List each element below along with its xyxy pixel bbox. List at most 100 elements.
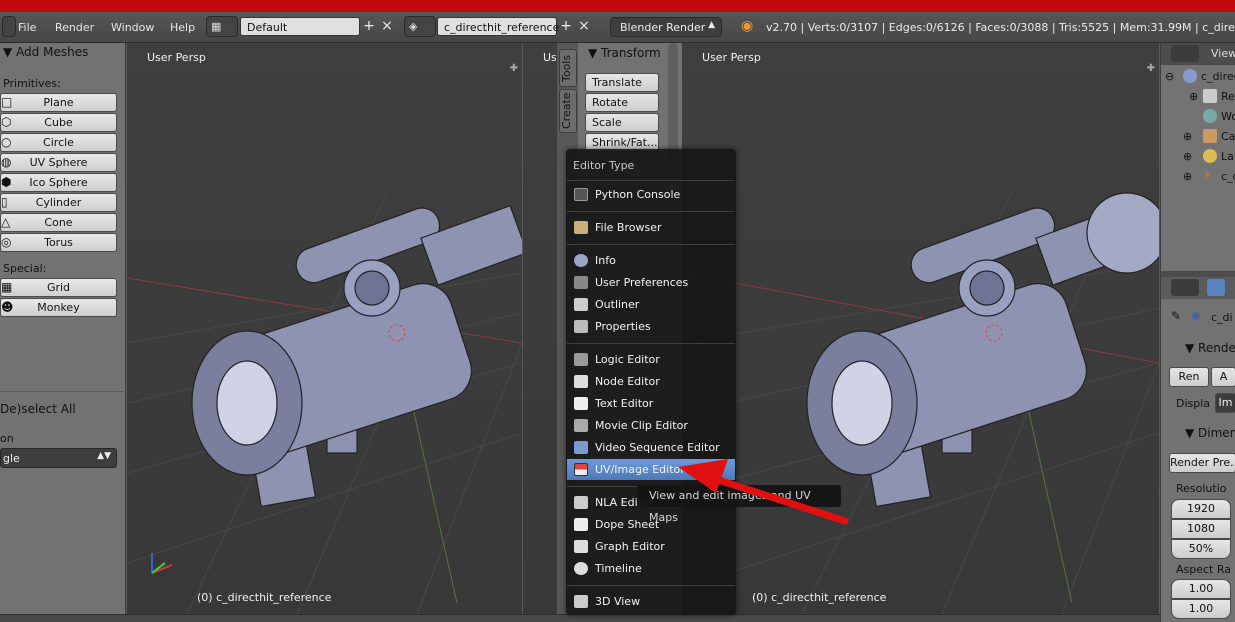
add-circle-button[interactable]: ○ Circle (0, 133, 117, 152)
add-cone-button[interactable]: △ Cone (0, 213, 117, 232)
viewport-split-icon[interactable]: ✚ (510, 63, 518, 74)
menu-render[interactable]: Render (55, 21, 94, 34)
menu-item-info[interactable]: Info (567, 250, 735, 271)
operator-option-dropdown[interactable]: gle ▲▼ (0, 448, 117, 468)
menu-item-properties[interactable]: Properties (567, 316, 735, 337)
menu-item-python-console[interactable]: Python Console (567, 184, 735, 205)
viewport-middle[interactable]: Us (523, 43, 556, 614)
outliner-row[interactable]: ⊕✶c_d (1161, 167, 1235, 187)
add-screen-icon[interactable]: + (360, 17, 378, 36)
scene-icon: ◉ (1191, 309, 1201, 322)
tab-create[interactable]: Create (559, 89, 577, 133)
editor-type-button[interactable] (1171, 279, 1199, 296)
menu-item-text-editor[interactable]: Text Editor (567, 393, 735, 414)
resolution-percent-field[interactable]: 50% (1171, 539, 1231, 559)
collapse-arrow-icon: ▼ (3, 45, 13, 59)
add-cube-button[interactable]: ⬡ Cube (0, 113, 117, 132)
scale-button[interactable]: Scale (585, 113, 659, 132)
add-cylinder-button[interactable]: ▯ Cylinder (0, 193, 117, 212)
editor-type-button[interactable] (2, 16, 16, 37)
menu-title: Editor Type (573, 159, 635, 172)
viewport-left[interactable]: User Persp ✚ (0) c_directhit_reference (127, 43, 522, 614)
properties-header (1161, 277, 1235, 299)
resolution-x-field[interactable]: 1920 (1171, 499, 1231, 519)
outliner-row[interactable]: ⊕ Ca (1161, 127, 1235, 147)
outliner-row[interactable]: ⊖c_direc (1161, 67, 1235, 87)
menu-item-file-browser[interactable]: File Browser (567, 217, 735, 238)
context-object-name: c_di (1211, 311, 1233, 324)
chevron-updown-icon: ▲ (708, 20, 715, 30)
panel-title: Add Meshes (16, 45, 89, 59)
render-animation-button[interactable]: A (1211, 367, 1235, 387)
tab-tools[interactable]: Tools (559, 49, 577, 87)
outliner-view-menu[interactable]: View (1211, 47, 1235, 60)
scrollbar[interactable] (668, 43, 678, 163)
resolution-label: Resolutio (1176, 482, 1227, 495)
expand-icon: ⊕ (1183, 170, 1193, 183)
aspect-ratio-label: Aspect Ra (1176, 563, 1232, 576)
scene-selector[interactable]: ◈ (404, 16, 436, 37)
menu-help[interactable]: Help (170, 21, 195, 34)
render-engine-select[interactable]: Blender Render ▲ (610, 17, 722, 37)
menu-item-outliner[interactable]: Outliner (567, 294, 735, 315)
menu-item-timeline[interactable]: Timeline (567, 558, 735, 579)
scene-icon: ◈ (409, 20, 418, 33)
add-plane-button[interactable]: □ Plane (0, 93, 117, 112)
expand-icon: ⊕ (1189, 90, 1199, 103)
operator-option-label: on (0, 432, 14, 445)
delete-screen-icon[interactable]: × (378, 17, 396, 36)
pin-icon[interactable]: ✎ (1171, 309, 1181, 323)
annotation-arrow (678, 459, 849, 525)
delete-scene-icon[interactable]: × (575, 17, 593, 36)
expand-icon: ⊕ (1183, 150, 1193, 163)
outliner-row[interactable]: ⊕ La (1161, 147, 1235, 167)
display-select[interactable]: Im (1215, 393, 1235, 413)
menu-item-user-preferences[interactable]: User Preferences (567, 272, 735, 293)
menu-item-logic-editor[interactable]: Logic Editor (567, 349, 735, 370)
viewport-header-bar[interactable] (0, 614, 1160, 622)
menu-item-3d-view[interactable]: 3D View (567, 591, 735, 612)
transform-panel-header[interactable]: ▼ Transform (588, 46, 661, 60)
translate-button[interactable]: Translate (585, 73, 659, 92)
aspect-x-field[interactable]: 1.00 (1171, 579, 1231, 599)
resolution-y-field[interactable]: 1080 (1171, 519, 1231, 539)
viewport-split-icon[interactable]: ✚ (1147, 63, 1155, 74)
menu-file[interactable]: File (18, 21, 36, 34)
add-monkey-button[interactable]: ☻ Monkey (0, 298, 117, 317)
menu-window[interactable]: Window (111, 21, 154, 34)
add-meshes-panel-header[interactable]: ▼ Add Meshes (0, 45, 126, 63)
add-ico-sphere-button[interactable]: ⬢ Ico Sphere (0, 173, 117, 192)
outliner-row[interactable]: Wo (1161, 107, 1235, 127)
add-grid-button[interactable]: ▦ Grid (0, 278, 117, 297)
add-scene-icon[interactable]: + (557, 17, 575, 36)
rotate-button[interactable]: Rotate (585, 93, 659, 112)
outliner[interactable]: View ⊖c_direc ⊕Re Wo ⊕Ca ⊕La ⊕✶c_d (1161, 43, 1235, 271)
dimensions-section-header[interactable]: ▼ Dimensio (1185, 426, 1235, 440)
render-section-header[interactable]: ▼ Render (1185, 341, 1235, 355)
rocket-launcher-mesh (191, 204, 522, 508)
scene-field[interactable]: c_directhit_reference (437, 17, 559, 36)
menu-separator (567, 343, 735, 344)
menu-item-movie-clip-editor[interactable]: Movie Clip Editor (567, 415, 735, 436)
render-context-icon[interactable] (1207, 279, 1225, 296)
render-image-button[interactable]: Ren (1169, 367, 1209, 387)
layout-grid-icon: ▦ (211, 20, 222, 33)
add-uv-sphere-button[interactable]: ◍ UV Sphere (0, 153, 117, 172)
primitives-label: Primitives: (3, 77, 61, 90)
add-torus-button[interactable]: ◎ Torus (0, 233, 117, 252)
scene-stats: v2.70 | Verts:0/3107 | Edges:0/6126 | Fa… (766, 21, 1235, 34)
menu-item-node-editor[interactable]: Node Editor (567, 371, 735, 392)
armature-icon: ✶ (1203, 169, 1213, 182)
editor-type-button[interactable] (1171, 45, 1199, 62)
uv-sphere-icon: ◍ (1, 155, 12, 169)
text-icon (574, 397, 588, 410)
outliner-row[interactable]: ⊕ Re (1161, 87, 1235, 107)
cylinder-icon: ▯ (1, 195, 8, 209)
properties-area: View ⊖c_direc ⊕Re Wo ⊕Ca ⊕La ⊕✶c_d ✎ ◉ c… (1160, 43, 1235, 622)
aspect-y-field[interactable]: 1.00 (1171, 599, 1231, 619)
monkey-icon: ☻ (1, 300, 14, 314)
screen-layout-field[interactable]: Default (240, 17, 360, 36)
preferences-icon (574, 276, 588, 289)
screen-layout-selector[interactable]: ▦ (206, 16, 238, 37)
render-presets-button[interactable]: Render Pre... (1169, 453, 1235, 473)
